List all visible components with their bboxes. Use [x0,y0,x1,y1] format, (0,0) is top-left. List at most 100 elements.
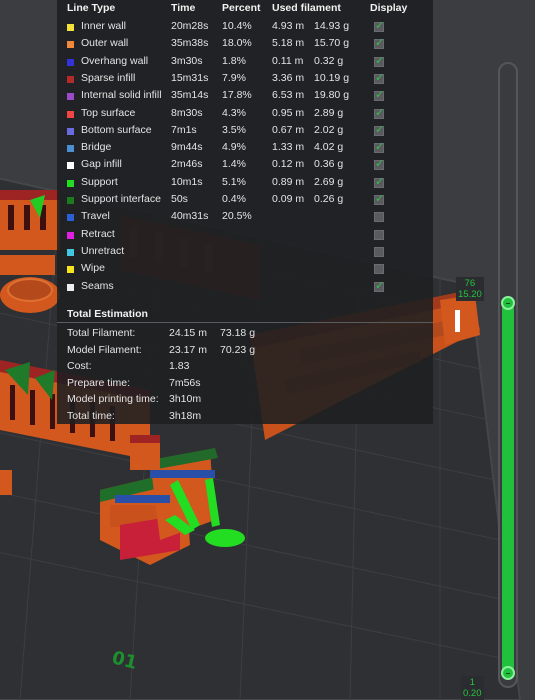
estimation-value: 23.17 m [169,343,207,356]
display-checkbox[interactable] [374,54,384,67]
top-layer-label: 76 15.20 [456,277,484,301]
line-type-percent: 1.8% [222,54,246,67]
line-type-stats-panel: Line Type Time Percent Used filament Dis… [57,0,433,424]
line-type-percent: 0.4% [222,193,246,205]
line-type-percent: 20.5% [222,210,252,223]
line-type-row: Unretract [57,242,433,259]
line-type-time: 50s [171,193,188,205]
line-type-time: 40m31s [171,210,209,223]
line-type-label: Seams [81,279,114,292]
line-type-weight: 10.19 g [314,71,350,84]
line-type-label: Bridge [81,141,112,154]
line-type-color-swatch [67,58,74,66]
line-type-row: Support interface 50s 0.4% 0.09 m 0.26 g [57,190,433,207]
line-type-row: Support 10m1s 5.1% 0.89 m 2.69 g [57,173,433,190]
line-type-color-swatch [67,214,74,222]
line-type-color-swatch [67,266,74,274]
line-type-percent: 10.4% [222,20,252,32]
estimation-row: Total Filament: 24.15 m 73.18 g [57,324,433,341]
line-type-percent: 1.4% [222,158,246,171]
line-type-color-swatch [67,283,74,291]
display-checkbox[interactable] [374,140,384,154]
line-type-row: Retract [57,225,433,242]
line-type-label: Overhang wall [81,54,149,67]
line-type-length: 1.33 m [272,141,305,154]
layer-slider-bottom-handle[interactable] [501,666,515,680]
estimation-label: Model printing time: [67,393,159,406]
line-type-time: 20m28s [171,20,209,32]
display-checkbox[interactable] [374,192,384,205]
line-type-label: Top surface [81,106,136,119]
line-type-percent: 18.0% [222,37,252,50]
line-type-label: Outer wall [81,37,129,50]
layer-slider-top-handle[interactable] [501,296,515,310]
line-type-color-swatch [67,145,74,153]
line-type-time: 2m46s [171,158,203,171]
display-checkbox[interactable] [374,264,384,275]
line-type-label: Travel [81,210,110,223]
display-checkbox[interactable] [374,157,384,171]
line-type-time: 10m1s [171,175,203,188]
line-type-color-swatch [67,41,74,49]
display-checkbox[interactable] [374,175,384,188]
estimation-value: 7m56s [169,376,201,389]
bottom-layer-height: 0.20 [463,688,482,699]
section-divider [57,322,433,323]
line-type-color-swatch [67,248,74,256]
line-type-row: Overhang wall 3m30s 1.8% 0.11 m 0.32 g [57,52,433,69]
line-type-weight: 4.02 g [314,141,344,154]
line-type-color-swatch [67,197,74,204]
display-checkbox[interactable] [374,123,384,136]
line-type-weight: 2.69 g [314,175,344,188]
line-type-row: Internal solid infill 35m14s 17.8% 6.53 m 19… [57,86,433,103]
line-type-time: 9m44s [171,141,203,154]
display-checkbox[interactable] [374,88,384,102]
estimation-value: 1.83 [169,360,190,373]
header-used-filament: Used filament [272,2,341,14]
display-checkbox[interactable] [374,212,384,223]
display-checkbox[interactable] [374,246,384,257]
display-checkbox[interactable] [374,19,384,32]
display-checkbox[interactable] [374,106,384,119]
line-type-weight: 2.89 g [314,106,344,119]
line-type-time: 15m31s [171,71,209,84]
line-type-label: Internal solid infill [81,89,162,102]
display-checkbox[interactable] [374,229,384,240]
line-type-row: Bridge 9m44s 4.9% 1.33 m 4.02 g [57,138,433,155]
bottom-layer-number: 1 [469,677,475,688]
line-type-length: 4.93 m [272,20,305,32]
line-type-row: Travel 40m31s 20.5% [57,207,433,224]
line-type-color-swatch [67,162,74,170]
estimation-extra: 73.18 g [220,327,256,339]
line-type-row: Gap infill 2m46s 1.4% 0.12 m 0.36 g [57,155,433,172]
line-type-length: 0.11 m [272,54,304,67]
line-type-time: 8m30s [171,106,203,119]
line-type-color-swatch [67,179,74,187]
line-type-weight: 0.36 g [314,158,344,171]
line-type-row: Outer wall 35m38s 18.0% 5.18 m 15.70 g [57,34,433,51]
line-type-label: Support interface [81,193,161,205]
estimation-value: 3h10m [169,393,202,406]
estimation-row: Prepare time: 7m56s [57,374,433,391]
estimation-value: 24.15 m [169,327,207,339]
line-type-weight: 19.80 g [314,89,350,102]
display-checkbox[interactable] [374,36,384,50]
display-checkbox[interactable] [374,71,384,84]
estimation-row: Total time: 3h18m [57,407,433,424]
line-type-label: Sparse infill [81,71,136,84]
line-type-label: Retract [81,227,115,240]
line-type-percent: 5.1% [222,175,246,188]
line-type-percent: 4.9% [222,141,246,154]
header-percent: Percent [222,2,261,14]
display-checkbox[interactable] [374,279,384,292]
line-type-time: 35m38s [171,37,209,50]
line-type-row: Top surface 8m30s 4.3% 0.95 m 2.89 g [57,104,433,121]
line-type-row: Inner wall 20m28s 10.4% 4.93 m 14.93 g [57,17,433,34]
line-type-row: Sparse infill 15m31s 7.9% 3.36 m 10.19 g [57,69,433,86]
line-type-length: 0.89 m [272,175,305,188]
top-layer-number: 76 [464,278,476,289]
header-time: Time [171,2,196,14]
estimation-extra: 70.23 g [220,343,256,356]
line-type-length: 3.36 m [272,71,305,84]
line-type-length: 0.95 m [272,106,305,119]
